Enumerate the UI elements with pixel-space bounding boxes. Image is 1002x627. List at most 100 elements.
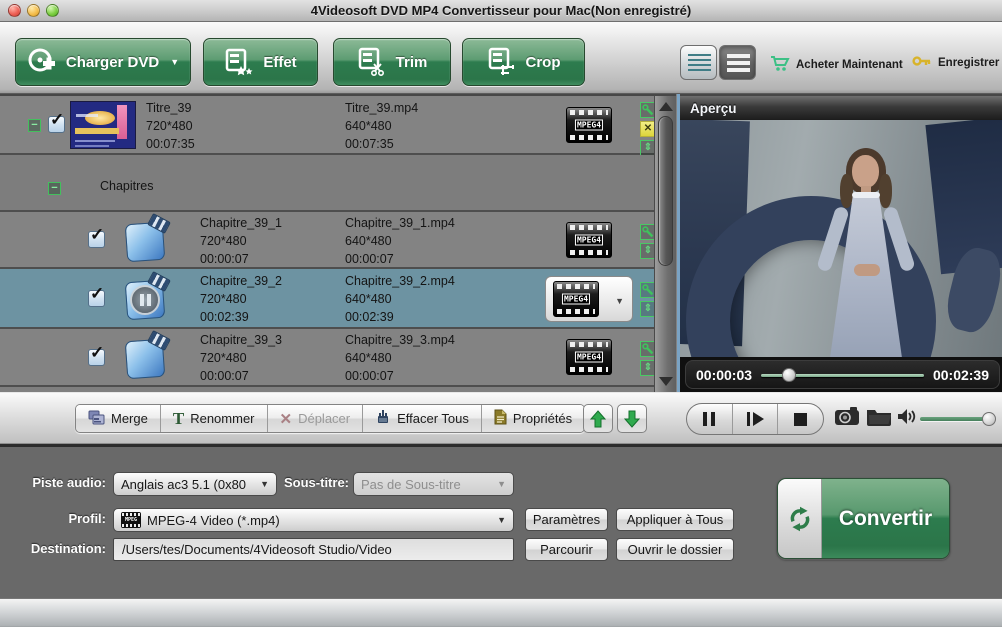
zoom-button[interactable]: [46, 4, 59, 17]
scroll-up-icon[interactable]: [659, 102, 673, 111]
move-up-button[interactable]: [583, 404, 613, 433]
pause-button[interactable]: [687, 404, 733, 434]
register-button[interactable]: Enregistrer: [912, 54, 999, 71]
minimize-button[interactable]: [27, 4, 40, 17]
merge-button[interactable]: Merge: [76, 405, 161, 432]
apply-all-button[interactable]: Appliquer à Tous: [616, 508, 734, 531]
audio-track-value: Anglais ac3 5.1 (0x80: [121, 477, 246, 492]
scroll-down-icon[interactable]: [659, 377, 673, 386]
browse-button[interactable]: Parcourir: [525, 538, 608, 561]
profile-value: MPEG-4 Video (*.mp4): [147, 513, 280, 528]
destination-field[interactable]: /Users/tes/Documents/4Videosoft Studio/V…: [113, 538, 514, 561]
table-row-chapter[interactable]: ✓ Chapitre_39_3 720*480 00:00:07 Chapitr…: [0, 329, 654, 387]
format-dropdown[interactable]: MPEG4 ▼: [545, 276, 633, 322]
output-resolution: 640*480: [345, 349, 455, 367]
source-info: Titre_39 720*480 00:07:35: [146, 99, 195, 153]
subtitle-label: Sous-titre:: [243, 475, 349, 490]
play-button[interactable]: [733, 404, 779, 434]
playback-controls: [686, 403, 824, 435]
detail-list-view-button[interactable]: [680, 45, 717, 80]
check-icon: ✓: [50, 110, 64, 130]
convert-button[interactable]: Convertir: [777, 478, 950, 559]
scrollbar-thumb[interactable]: [658, 116, 673, 266]
table-row-chapter[interactable]: ✓ Chapitre_39_1 720*480 00:00:07 Chapitr…: [0, 212, 654, 269]
trim-button[interactable]: Trim: [333, 38, 451, 86]
check-icon: ✓: [90, 343, 104, 363]
output-name: Titre_39.mp4: [345, 99, 418, 117]
merge-label: Merge: [111, 411, 148, 426]
parameters-button[interactable]: Paramètres: [525, 508, 608, 531]
source-info: Chapitre_39_3 720*480 00:00:07: [200, 331, 282, 385]
table-row-chapter-selected[interactable]: ✓ Chapitre_39_2 720*480 00:02:39 Chapitr…: [0, 269, 654, 329]
volume-thumb[interactable]: [982, 412, 996, 426]
edit-button-group: Merge T Renommer ✕ Déplacer Effacer Tous: [75, 404, 585, 433]
source-name: Chapitre_39_1: [200, 214, 282, 232]
scene-girl: [822, 148, 922, 357]
check-icon: ✓: [90, 225, 104, 245]
seek-thumb[interactable]: [782, 368, 796, 382]
apply-all-label: Appliquer à Tous: [627, 512, 724, 527]
check-icon: ✓: [90, 284, 104, 304]
preview-title: Aperçu: [680, 94, 1002, 120]
profile-label: Profil:: [0, 511, 106, 526]
disc-plus-icon: [27, 47, 57, 77]
move-down-button[interactable]: [617, 404, 647, 433]
row-checkbox[interactable]: ✓: [48, 116, 65, 133]
output-name: Chapitre_39_2.mp4: [345, 272, 455, 290]
row-checkbox[interactable]: ✓: [88, 349, 105, 366]
clear-all-button[interactable]: Effacer Tous: [363, 405, 482, 432]
properties-button[interactable]: Propriétés: [482, 405, 584, 432]
collapse-toggle-icon[interactable]: −: [48, 182, 61, 195]
output-name: Chapitre_39_3.mp4: [345, 331, 455, 349]
output-resolution: 640*480: [345, 117, 418, 135]
subtitle-select[interactable]: Pas de Sous-titre ▼: [353, 472, 514, 496]
main-toolbar: Charger DVD ▼ Effet Trim Crop: [0, 22, 1002, 94]
open-snapshot-folder-button[interactable]: [866, 406, 892, 431]
open-folder-label: Ouvrir le dossier: [628, 542, 723, 557]
table-row-section[interactable]: − Chapitres: [0, 155, 654, 212]
load-dvd-button[interactable]: Charger DVD ▼: [15, 38, 191, 86]
camera-icon: [834, 406, 860, 426]
buy-now-button[interactable]: Acheter Maintenant: [770, 54, 903, 75]
collapse-toggle-icon[interactable]: −: [28, 119, 41, 132]
profile-select[interactable]: MPEG MPEG-4 Video (*.mp4) ▼: [113, 508, 514, 532]
detail-list-icon: [688, 54, 711, 73]
mpeg4-format-icon: MPEG4: [566, 339, 612, 375]
current-time: 00:00:03: [696, 367, 752, 383]
seek-slider[interactable]: [761, 369, 924, 381]
cart-icon: [770, 54, 790, 75]
section-label: Chapitres: [100, 177, 154, 195]
row-checkbox[interactable]: ✓: [88, 290, 105, 307]
volume-slider[interactable]: [920, 417, 992, 421]
merge-icon: [88, 410, 105, 428]
speaker-icon: [897, 408, 917, 425]
table-row-title[interactable]: − ✓ Titre_39 720*480 00:07:35 Titre_39.m…: [0, 96, 654, 155]
source-duration: 00:07:35: [146, 135, 195, 153]
chapter-clip-icon: [122, 217, 170, 265]
close-button[interactable]: [8, 4, 21, 17]
rename-button[interactable]: T Renommer: [161, 405, 268, 432]
crop-button[interactable]: Crop: [462, 38, 585, 86]
reorder-buttons: [583, 404, 647, 433]
simple-list-view-button[interactable]: [719, 45, 756, 80]
arrow-up-icon: [590, 410, 606, 428]
effect-button[interactable]: Effet: [203, 38, 318, 86]
snapshot-button[interactable]: [834, 406, 860, 431]
convert-label-segment[interactable]: Convertir: [822, 479, 949, 558]
stop-button[interactable]: [778, 404, 823, 434]
pause-icon: [703, 412, 715, 426]
clear-all-label: Effacer Tous: [397, 411, 469, 426]
open-folder-button[interactable]: Ouvrir le dossier: [616, 538, 734, 561]
list-scrollbar[interactable]: [654, 94, 676, 392]
convert-label: Convertir: [839, 507, 932, 531]
row-checkbox[interactable]: ✓: [88, 231, 105, 248]
convert-icon-segment[interactable]: [778, 479, 822, 558]
parameters-label: Paramètres: [533, 512, 600, 527]
output-duration: 00:02:39: [345, 308, 455, 326]
folder-icon: [866, 406, 892, 426]
move-button[interactable]: ✕ Déplacer: [268, 405, 364, 432]
mute-button[interactable]: [897, 408, 917, 430]
crop-label: Crop: [526, 54, 561, 71]
output-settings-panel: Piste audio: Anglais ac3 5.1 (0x80 ▼ Sou…: [0, 447, 1002, 598]
source-duration: 00:00:07: [200, 250, 282, 268]
